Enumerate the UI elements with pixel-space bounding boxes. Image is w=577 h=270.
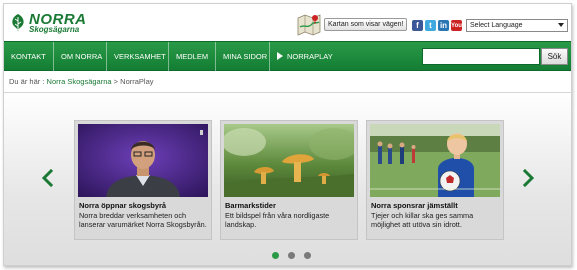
video-card-title: Barmarkstider (225, 201, 276, 210)
pagination-dot[interactable] (304, 252, 311, 259)
breadcrumb-link[interactable]: Norra Skogsägarna (47, 77, 112, 86)
nav-item-medlem[interactable]: MEDLEM (169, 42, 216, 72)
map-button-label: Kartan som visar vägen! (324, 17, 408, 31)
nav-item-norraplay[interactable]: NORRAPLAY (270, 42, 336, 72)
carousel-pagination (272, 252, 311, 259)
youtube-icon[interactable]: You (451, 20, 462, 31)
carousel-next-button[interactable] (523, 169, 535, 187)
search-button[interactable]: Sök (541, 48, 568, 65)
nav-item-label: KONTAKT (11, 52, 46, 61)
video-card[interactable]: Norra sponsrar jämställt Tjejer och kill… (366, 120, 504, 240)
video-card[interactable]: Barmarkstider Ett bildspel från våra nor… (220, 120, 358, 240)
nav-item-label: VERKSAMHET (114, 52, 166, 61)
nav-item-om-norra[interactable]: OM NORRA (54, 42, 107, 72)
play-icon (277, 52, 283, 60)
breadcrumb: Du är här : Norra Skogsägarna > NorraPla… (9, 77, 154, 86)
video-card-description: Ett bildspel från våra nordligaste lands… (225, 211, 330, 229)
search-input[interactable] (422, 48, 540, 65)
video-thumbnail[interactable] (370, 124, 500, 197)
nav-item-mina-sidor[interactable]: MINA SIDOR (216, 42, 270, 72)
page-frame: NORRA Skogsägarna Kartan som visar vägen… (3, 3, 572, 266)
map-button[interactable]: Kartan som visar vägen! (296, 12, 408, 36)
nav-item-label: MEDLEM (176, 52, 209, 61)
breadcrumb-separator: > (113, 77, 119, 86)
video-card[interactable]: Norra öppnar skogsbyrå Norra breddar ver… (74, 120, 212, 240)
language-select[interactable]: Select Language (466, 19, 568, 32)
pagination-dot[interactable] (272, 252, 279, 259)
main-nav: KONTAKT OM NORRA VERKSAMHET MEDLEM MINA … (4, 41, 571, 72)
twitter-icon[interactable]: t (425, 20, 436, 31)
nav-item-kontakt[interactable]: KONTAKT (4, 42, 54, 72)
breadcrumb-prefix: Du är här : (9, 77, 45, 86)
chevron-right-icon (523, 169, 535, 187)
leaf-logo-icon (10, 13, 26, 33)
breadcrumb-current: NorraPlay (120, 77, 154, 86)
language-select-value: Select Language (470, 22, 523, 29)
video-thumbnail[interactable] (224, 124, 354, 197)
nav-item-label: MINA SIDOR (223, 52, 268, 61)
nav-item-label: OM NORRA (61, 52, 103, 61)
linkedin-icon[interactable]: in (438, 20, 449, 31)
carousel-prev-button[interactable] (41, 169, 53, 187)
nav-item-verksamhet[interactable]: VERKSAMHET (107, 42, 169, 72)
facebook-icon[interactable]: f (412, 20, 423, 31)
video-card-description: Norra breddar verksamheten och lanserar … (79, 211, 207, 229)
norra-logo[interactable]: NORRA Skogsägarna (10, 12, 87, 34)
map-icon (296, 12, 322, 36)
video-card-title: Norra sponsrar jämställt (371, 201, 458, 210)
nav-item-label: NORRAPLAY (287, 52, 333, 61)
social-links: f t in You (412, 20, 462, 31)
pagination-dot[interactable] (288, 252, 295, 259)
video-thumbnail[interactable] (78, 124, 208, 197)
chevron-left-icon (41, 169, 53, 187)
video-card-title: Norra öppnar skogsbyrå (79, 201, 167, 210)
video-card-description: Tjejer och killar ska ges samma möjlighe… (371, 211, 474, 229)
logo-subtitle: Skogsägarna (29, 25, 80, 34)
chevron-down-icon (558, 23, 564, 27)
